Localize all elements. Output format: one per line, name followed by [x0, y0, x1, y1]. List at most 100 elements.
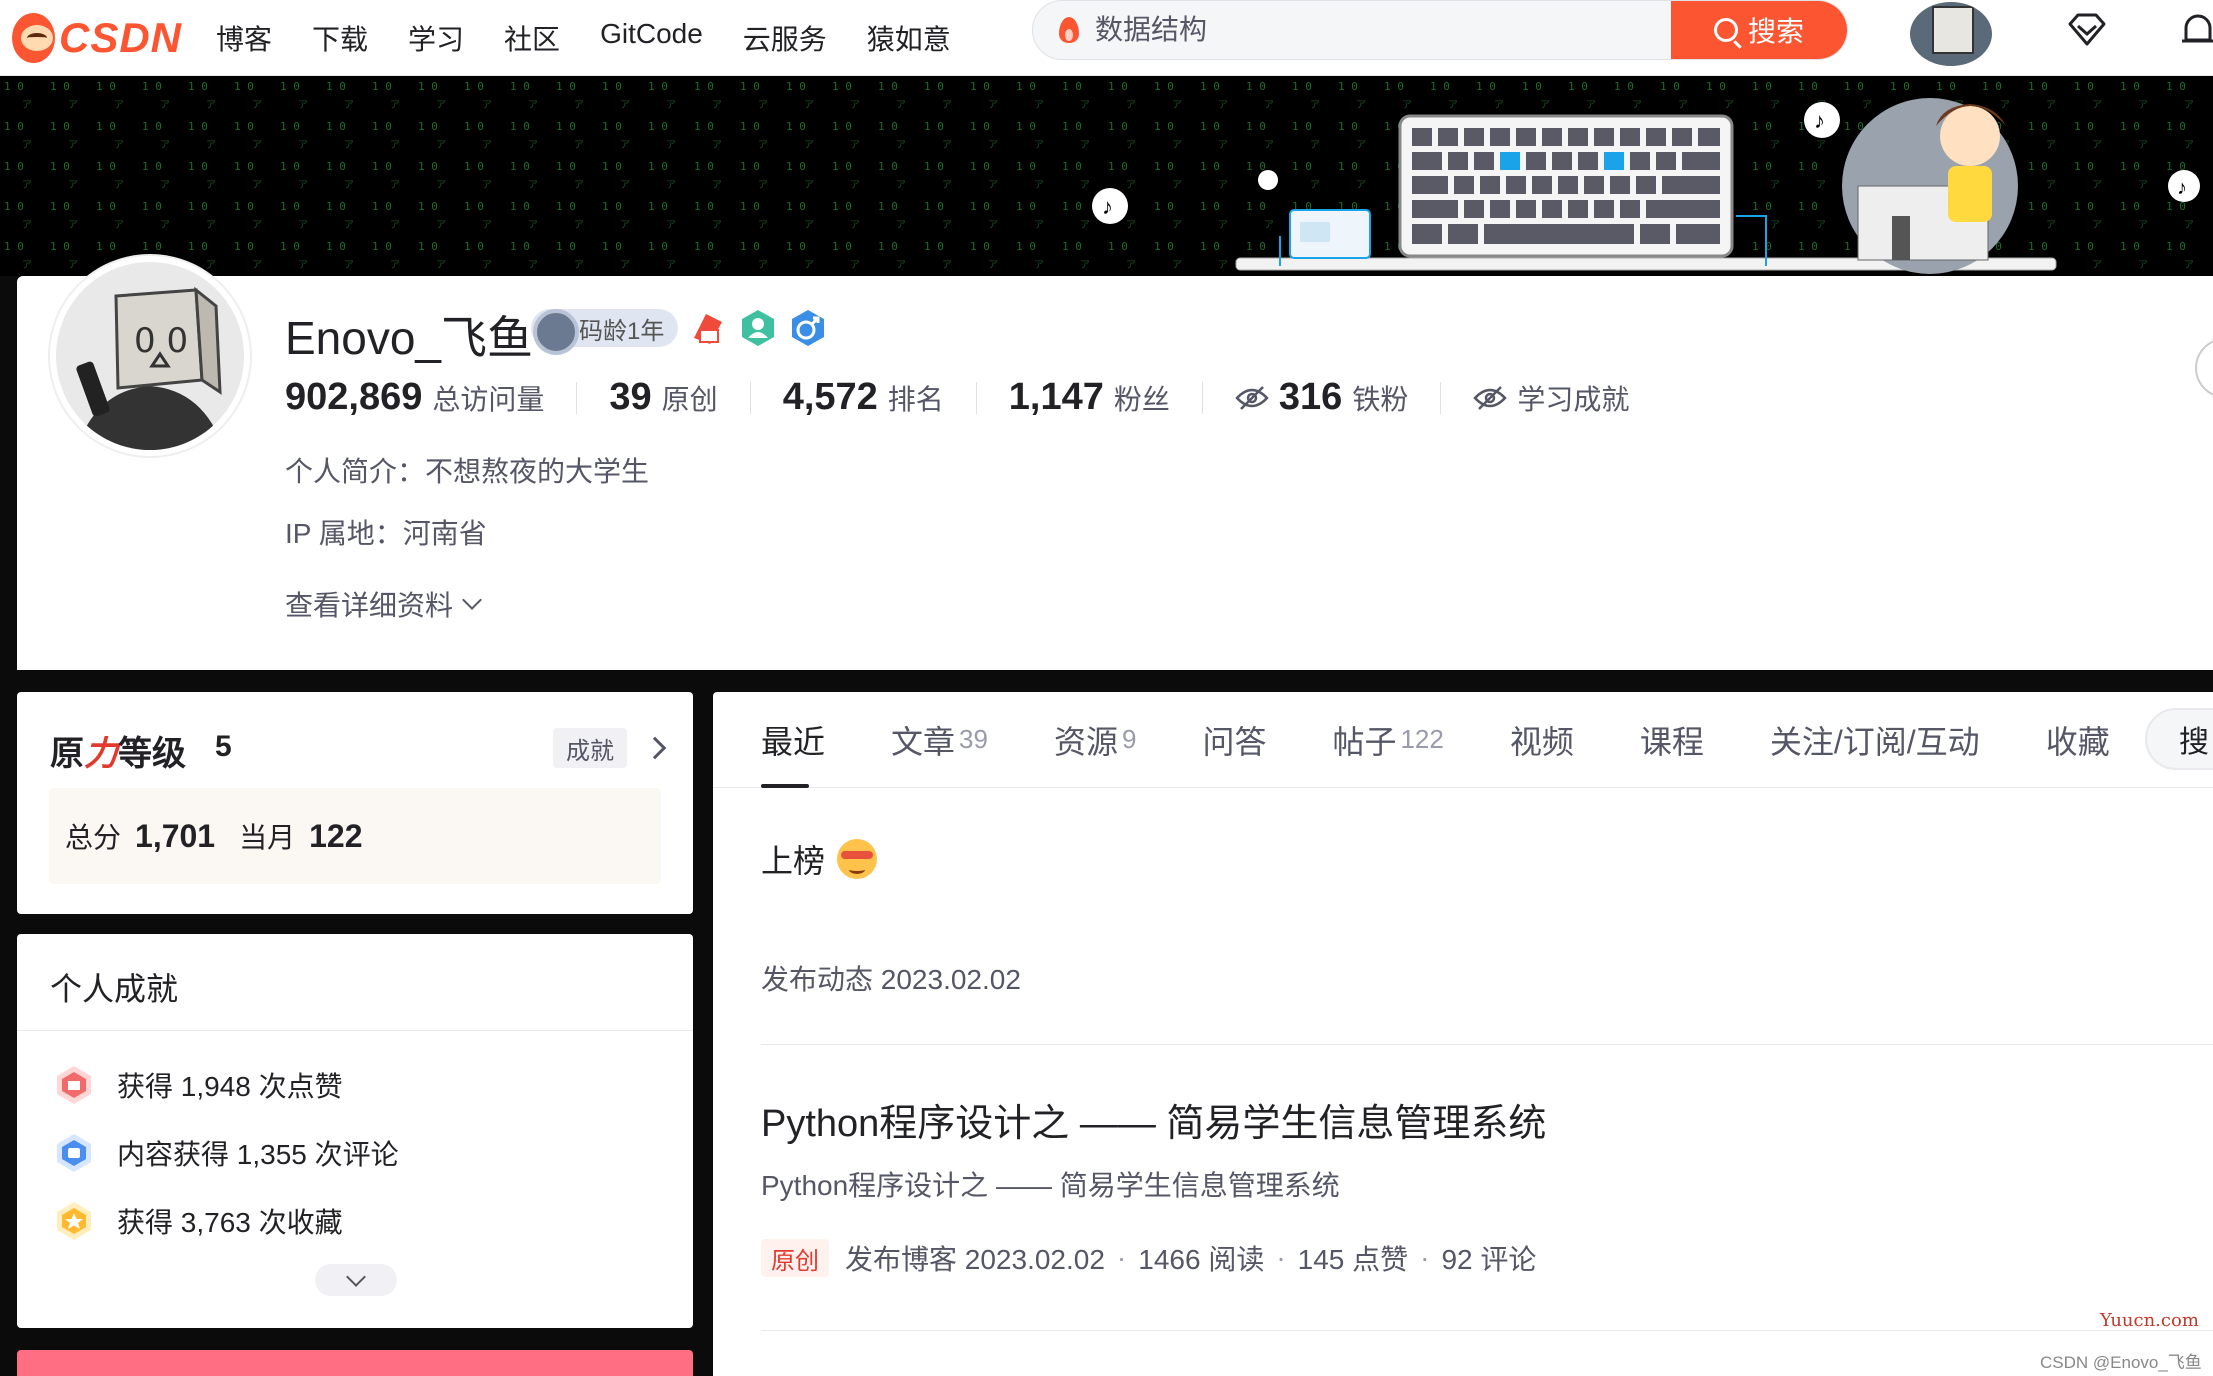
level-title-part-1: 原	[50, 735, 84, 773]
follower-badge-icon[interactable]	[738, 308, 778, 348]
side-action-button[interactable]	[2195, 338, 2213, 398]
article-title[interactable]: Python程序设计之 —— 简易学生信息管理系统	[761, 1092, 1546, 1147]
stat-original[interactable]: 39 原创	[609, 376, 717, 419]
stat-iron-fans[interactable]: 316 铁粉	[1235, 376, 1408, 419]
main-content: 最近 文章 39 资源 9 问答 帖子 122 视频 课程 关注/订阅/互动 收…	[713, 692, 2213, 1376]
badge-row: 码龄1年	[531, 308, 828, 355]
author-watermark: CSDN @Enovo_飞鱼	[2040, 1353, 2202, 1372]
tab-resources-count: 9	[1121, 724, 1137, 754]
search-button[interactable]: 搜索	[1671, 1, 1847, 59]
nav-item-cloud[interactable]: 云服务	[743, 18, 827, 58]
tab-recent[interactable]: 最近	[761, 692, 825, 788]
total-score-label: 总分	[65, 822, 122, 853]
achievement-likes: 获得 1,948 次点赞	[53, 1064, 343, 1106]
csdn-logo[interactable]: CSDN	[12, 12, 182, 63]
code-age-badge[interactable]: 码龄1年	[531, 309, 679, 355]
meta-separator: ·	[1276, 1242, 1286, 1273]
tab-videos[interactable]: 视频	[1510, 692, 1574, 788]
nav-item-learn[interactable]: 学习	[408, 18, 464, 58]
content-search-button[interactable]: 搜	[2145, 708, 2213, 770]
stat-rank-value: 4,572	[782, 376, 878, 418]
avatar-box-head-image: 0 0	[56, 262, 244, 450]
article-reads: 1466 阅读	[1138, 1244, 1265, 1275]
profile-avatar[interactable]: 0 0	[50, 256, 250, 456]
stat-separator	[749, 381, 751, 414]
tab-resources-label: 资源	[1053, 723, 1118, 760]
tab-articles-count: 39	[959, 724, 988, 754]
tab-articles[interactable]: 文章 39	[891, 692, 988, 788]
search-bar: 搜索	[1032, 0, 1848, 60]
stat-fans[interactable]: 1,147 粉丝	[1009, 376, 1170, 419]
stat-fans-value: 1,147	[1008, 376, 1104, 418]
user-avatar[interactable]	[1910, 2, 1992, 66]
username: Enovo_飞鱼	[285, 312, 534, 364]
divider	[17, 1030, 693, 1031]
top-navigation: CSDN 博客 下载 学习 社区 GitCode 云服务 猿如意 搜索	[0, 0, 2213, 76]
stat-iron-fans-label: 铁粉	[1352, 384, 1409, 415]
view-details-label: 查看详细资料	[285, 590, 454, 621]
profile-card: 0 0 Enovo_飞鱼 码龄1年 902,869 总访问量 39 原创 4,5…	[17, 256, 2213, 670]
tab-qa[interactable]: 问答	[1202, 692, 1266, 788]
site-watermark: Yuucn.com	[2100, 1310, 2199, 1331]
article-description[interactable]: Python程序设计之 —— 简易学生信息管理系统	[761, 1164, 1340, 1204]
favorite-star-badge-icon	[57, 1202, 91, 1240]
nav-item-yuanruyi[interactable]: 猿如意	[867, 18, 951, 58]
tab-articles-label: 文章	[891, 723, 956, 760]
tab-courses[interactable]: 课程	[1640, 692, 1704, 788]
score-box: 总分 1,701 当月 122	[49, 788, 661, 884]
like-badge-icon	[57, 1066, 91, 1104]
eye-hidden-icon	[1473, 385, 1508, 410]
tab-favorites-label: 收藏	[2045, 723, 2110, 760]
stat-total-visits-label: 总访问量	[432, 384, 545, 415]
red-envelope-badge-icon[interactable]	[688, 308, 728, 348]
level-title: 原力等级	[50, 726, 186, 775]
achievement-comments-text: 内容获得 1,355 次评论	[117, 1139, 399, 1170]
article-likes: 145 点赞	[1297, 1244, 1409, 1275]
gender-male-badge-icon[interactable]	[788, 308, 828, 348]
hot-fire-icon	[1059, 17, 1079, 43]
svg-text:♪: ♪	[1102, 194, 1113, 219]
tab-resources[interactable]: 资源 9	[1054, 692, 1136, 788]
learning-achievement-label: 学习成就	[1517, 383, 1630, 415]
article-published: 发布博客 2023.02.02	[845, 1244, 1105, 1275]
dynamic-post-line: 发布动态 2023.02.02	[761, 964, 1021, 995]
search-input[interactable]	[1079, 1, 1671, 59]
stat-separator	[576, 381, 578, 414]
achievement-button[interactable]: 成就	[553, 728, 627, 768]
profile-intro: 个人简介：不想熬夜的大学生	[285, 456, 650, 487]
chevron-right-icon[interactable]	[643, 736, 667, 760]
achievement-favorites-text: 获得 3,763 次收藏	[117, 1207, 343, 1238]
view-details-link[interactable]: 查看详细资料	[285, 584, 482, 624]
tab-courses-label: 课程	[1639, 723, 1704, 760]
nav-item-download[interactable]: 下载	[312, 18, 368, 58]
tab-follow-subscribe[interactable]: 关注/订阅/互动	[1770, 692, 1980, 788]
svg-text:♪: ♪	[2177, 177, 2187, 199]
nav-item-community[interactable]: 社区	[504, 18, 560, 58]
stat-total-visits[interactable]: 902,869 总访问量	[285, 376, 544, 419]
vip-diamond-icon[interactable]	[2066, 12, 2108, 48]
tab-recent-label: 最近	[761, 723, 826, 760]
stat-separator	[1440, 381, 1442, 414]
nav-item-blog[interactable]: 博客	[216, 18, 272, 58]
chevron-down-icon	[462, 590, 482, 610]
bell-icon[interactable]	[2178, 10, 2213, 52]
tab-videos-label: 视频	[1509, 723, 1574, 760]
ranking-emoji-icon	[837, 839, 878, 879]
eye-hidden-icon	[1235, 385, 1269, 410]
content-tabs: 最近 文章 39 资源 9 问答 帖子 122 视频 课程 关注/订阅/互动 收…	[713, 692, 2213, 788]
ranking-section-title: 上榜	[761, 836, 878, 882]
divider	[761, 1044, 2213, 1045]
tab-favorites[interactable]: 收藏	[2046, 692, 2110, 788]
nav-item-gitcode[interactable]: GitCode	[600, 18, 703, 58]
stat-rank[interactable]: 4,572 排名	[783, 376, 944, 419]
stat-iron-fans-value: 316	[1278, 376, 1343, 418]
profile-banner: 1 0 ア ♪ ♪ ♪	[0, 76, 2213, 276]
stat-learning-achievement[interactable]: 学习成就	[1473, 378, 1629, 418]
search-icon	[1713, 18, 1738, 42]
tab-posts[interactable]: 帖子 122	[1332, 692, 1443, 788]
nav-menu: 博客 下载 学习 社区 GitCode 云服务 猿如意	[216, 18, 991, 58]
promo-card[interactable]	[17, 1350, 693, 1376]
achievement-favorites: 获得 3,763 次收藏	[53, 1200, 343, 1242]
expand-achievements-button[interactable]	[315, 1264, 397, 1296]
month-score-label: 当月	[239, 822, 296, 853]
